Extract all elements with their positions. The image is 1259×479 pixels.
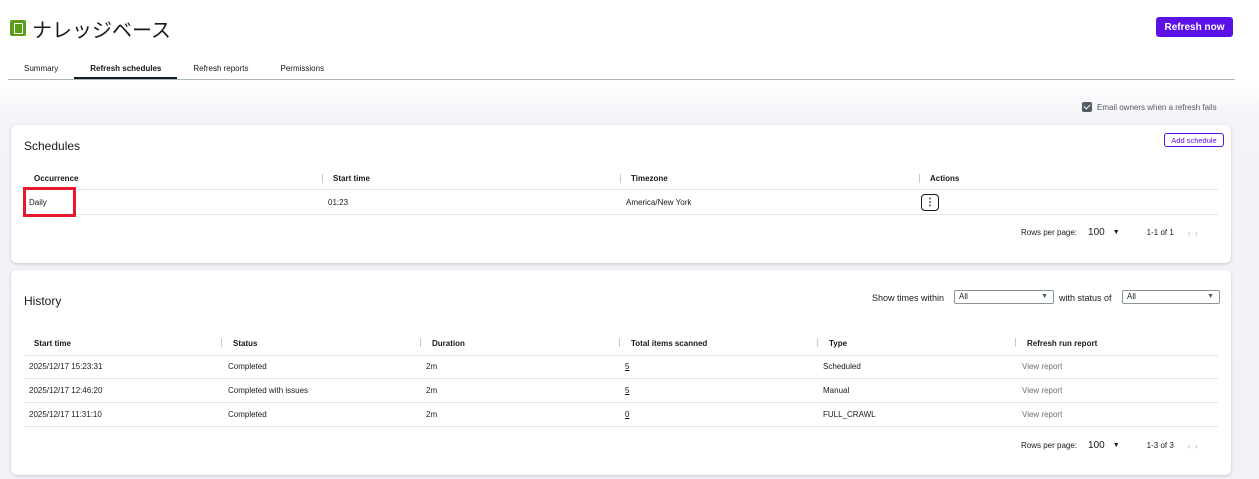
schedules-title: Schedules bbox=[24, 139, 81, 153]
row-divider bbox=[24, 214, 1218, 215]
status-filter-label: with status of bbox=[1059, 293, 1112, 303]
caret-down-icon: ▼ bbox=[1041, 293, 1048, 300]
row-divider bbox=[24, 355, 1218, 356]
page-nav-icons[interactable]: ‹› bbox=[1188, 228, 1202, 238]
col-refresh-run-report: Refresh run report bbox=[1027, 339, 1098, 348]
add-schedule-button[interactable]: Add schedule bbox=[1164, 133, 1224, 147]
page-range: 1-3 of 3 bbox=[1146, 441, 1174, 450]
row-divider bbox=[24, 402, 1218, 403]
history-status: Completed with issues bbox=[228, 386, 309, 395]
history-status: Completed bbox=[228, 362, 267, 371]
history-items-link[interactable]: 0 bbox=[625, 410, 629, 419]
col-status: Status bbox=[233, 339, 258, 348]
col-actions: Actions bbox=[930, 174, 960, 183]
history-type: Manual bbox=[823, 386, 850, 395]
rows-per-page-select[interactable]: 100 bbox=[1088, 227, 1105, 238]
tab-refresh-schedules[interactable]: Refresh schedules bbox=[74, 62, 178, 79]
column-divider bbox=[1015, 338, 1016, 347]
page-range: 1-1 of 1 bbox=[1146, 228, 1174, 237]
column-divider bbox=[221, 338, 222, 347]
page-nav-icons[interactable]: ‹› bbox=[1188, 441, 1202, 451]
history-panel: History Show times within All ▼ with sta… bbox=[11, 270, 1231, 475]
more-vertical-icon[interactable]: ⋮ bbox=[921, 194, 939, 211]
view-report-link[interactable]: View report bbox=[1022, 362, 1062, 371]
schedules-panel: Schedules Add schedule Occurrence Start … bbox=[11, 125, 1231, 263]
caret-down-icon[interactable]: ▼ bbox=[1113, 442, 1120, 449]
col-total-items: Total items scanned bbox=[631, 339, 708, 348]
caret-down-icon: ▼ bbox=[1207, 293, 1214, 300]
history-start: 2025/12/17 15:23:31 bbox=[29, 362, 103, 371]
rows-per-page-label: Rows per page: bbox=[1021, 228, 1078, 237]
rows-per-page-select[interactable]: 100 bbox=[1088, 440, 1105, 451]
email-owners-checkbox[interactable] bbox=[1082, 102, 1092, 112]
email-owners-label: Email owners when a refresh fails bbox=[1097, 102, 1217, 112]
history-start: 2025/12/17 11:31:10 bbox=[29, 410, 102, 419]
col-type: Type bbox=[829, 339, 848, 348]
history-duration: 2m bbox=[426, 362, 438, 371]
refresh-now-button[interactable]: Refresh now bbox=[1156, 17, 1233, 37]
row-divider bbox=[24, 378, 1218, 379]
schedule-timezone: America/New York bbox=[626, 198, 692, 207]
column-divider bbox=[817, 338, 818, 347]
history-duration: 2m bbox=[426, 410, 438, 419]
tab-summary[interactable]: Summary bbox=[8, 62, 74, 79]
col-start-time: Start time bbox=[333, 174, 370, 183]
time-range-select[interactable]: All ▼ bbox=[954, 290, 1054, 304]
history-status: Completed bbox=[228, 410, 267, 419]
schedule-start-time: 01:23 bbox=[328, 198, 349, 207]
tab-bar: Summary Refresh schedules Refresh report… bbox=[8, 62, 1235, 80]
tab-refresh-reports[interactable]: Refresh reports bbox=[177, 62, 264, 79]
history-type: Scheduled bbox=[823, 362, 861, 371]
column-divider bbox=[322, 174, 323, 183]
row-divider bbox=[24, 189, 1218, 190]
knowledge-base-icon bbox=[10, 20, 26, 36]
column-divider bbox=[619, 338, 620, 347]
history-items-link[interactable]: 5 bbox=[625, 362, 629, 371]
col-start-time: Start time bbox=[34, 339, 71, 348]
highlight-box bbox=[23, 187, 76, 217]
view-report-link[interactable]: View report bbox=[1022, 410, 1062, 419]
time-range-value: All bbox=[959, 292, 968, 301]
rows-per-page-label: Rows per page: bbox=[1021, 441, 1078, 450]
row-divider bbox=[24, 426, 1218, 427]
column-divider bbox=[620, 174, 621, 183]
col-occurrence: Occurrence bbox=[34, 174, 79, 183]
page-header: ナレッジベース bbox=[10, 14, 171, 42]
col-timezone: Timezone bbox=[631, 174, 668, 183]
view-report-link[interactable]: View report bbox=[1022, 386, 1062, 395]
history-title: History bbox=[24, 294, 62, 308]
caret-down-icon[interactable]: ▼ bbox=[1113, 229, 1120, 236]
show-times-label: Show times within bbox=[872, 293, 945, 303]
email-owners-option: Email owners when a refresh fails bbox=[1082, 102, 1217, 112]
history-items-link[interactable]: 5 bbox=[625, 386, 629, 395]
history-type: FULL_CRAWL bbox=[823, 410, 876, 419]
page-title: ナレッジベース bbox=[32, 17, 171, 42]
column-divider bbox=[420, 338, 421, 347]
schedules-pagination: Rows per page: 100 ▼ 1-1 of 1 ‹› bbox=[1021, 227, 1202, 238]
history-duration: 2m bbox=[426, 386, 438, 395]
history-pagination: Rows per page: 100 ▼ 1-3 of 3 ‹› bbox=[1021, 440, 1202, 451]
status-value: All bbox=[1127, 292, 1136, 301]
history-start: 2025/12/17 12:46:20 bbox=[29, 386, 103, 395]
tab-permissions[interactable]: Permissions bbox=[265, 62, 341, 79]
status-select[interactable]: All ▼ bbox=[1122, 290, 1220, 304]
col-duration: Duration bbox=[432, 339, 465, 348]
column-divider bbox=[919, 174, 920, 183]
